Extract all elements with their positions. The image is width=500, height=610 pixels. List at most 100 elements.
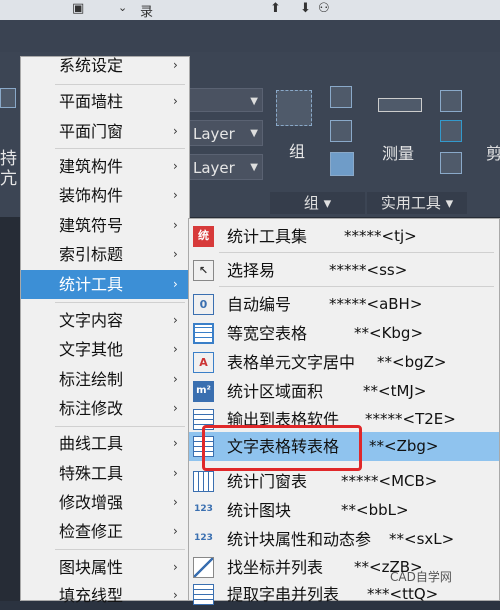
layer-label: Layer xyxy=(193,159,235,177)
submenu-item-label: 统计门窗表 xyxy=(227,472,308,491)
chevron-right-icon: › xyxy=(173,436,178,450)
user-icon[interactable]: ⚇ xyxy=(318,1,330,16)
menu-item-statistics[interactable]: 统计工具 › xyxy=(21,270,189,299)
submenu-item-label: 选择易 xyxy=(227,261,276,280)
menu-item-plan-wall[interactable]: 平面墙柱 › xyxy=(21,87,189,116)
ruler-icon[interactable] xyxy=(378,98,422,112)
submenu-item-label: 统计工具集 xyxy=(227,227,308,246)
statistics-submenu: 统 统计工具集 *****<tj> ↖ 选择易 *****<ss> 0 自动编号… xyxy=(188,218,500,605)
submenu-item-shortcut: **<Zbg> xyxy=(369,437,439,455)
block-count-icon: 123 xyxy=(194,504,213,514)
submenu-item-stat-toolset[interactable]: 统 统计工具集 *****<tj> xyxy=(189,222,499,251)
submenu-item-block-attr-stat[interactable]: 123 统计块属性和动态参 **<sxL> xyxy=(189,525,499,554)
chevron-right-icon: › xyxy=(173,218,178,232)
menu-separator xyxy=(219,286,494,287)
app-icon: ▣ xyxy=(72,1,85,16)
menu-item-text-content[interactable]: 文字内容 › xyxy=(21,306,189,335)
submenu-item-block-stat[interactable]: 123 统计图块 **<bbL> xyxy=(189,496,499,525)
menu-item-index-title[interactable]: 索引标题 › xyxy=(21,240,189,269)
menu-separator xyxy=(55,302,185,303)
submenu-item-quick-select[interactable]: ↖ 选择易 *****<ss> xyxy=(189,256,499,285)
group-select-icon[interactable] xyxy=(330,152,354,176)
chevron-right-icon: › xyxy=(173,588,178,602)
menu-item-label: 标注绘制 xyxy=(59,370,124,389)
layer-dropdown-1[interactable]: Layer ▼ xyxy=(188,120,263,146)
coordinate-icon xyxy=(193,557,214,578)
group-button-label[interactable]: 组 xyxy=(289,138,305,162)
layer-dropdown-2[interactable]: Layer ▼ xyxy=(188,154,263,180)
menu-item-dimension-draw[interactable]: 标注绘制 › xyxy=(21,365,189,394)
title-bar: ▣ 录 ⌄ ⬆ ⬇ ⚇ xyxy=(0,0,500,20)
menu-item-check-fix[interactable]: 检查修正 › xyxy=(21,517,189,546)
door-window-icon xyxy=(193,471,214,492)
select-icon[interactable] xyxy=(440,120,462,142)
chevron-right-icon: › xyxy=(173,188,178,202)
menu-item-system-settings[interactable]: 系统设定 › xyxy=(21,51,189,80)
submenu-item-table-center-text[interactable]: A 表格单元文字居中 **<bgZ> xyxy=(189,348,499,377)
menu-item-fill-linetype[interactable]: 填充线型 › xyxy=(21,581,189,610)
menu-item-label: 曲线工具 xyxy=(59,434,124,453)
menu-item-label: 特殊工具 xyxy=(59,464,124,483)
panel-utils-title[interactable]: 实用工具 ▾ xyxy=(367,192,467,214)
chevron-right-icon: › xyxy=(173,94,178,108)
layer-dropdown-0[interactable]: ▼ xyxy=(188,88,263,112)
menu-item-label: 图块属性 xyxy=(59,558,124,577)
chevron-down-icon[interactable]: ⌄ xyxy=(118,1,127,14)
cut-label[interactable]: 剪 xyxy=(486,140,500,164)
tool-icon[interactable] xyxy=(0,88,16,108)
menu-item-label: 索引标题 xyxy=(59,245,124,264)
menu-item-decoration[interactable]: 装饰构件 › xyxy=(21,181,189,210)
menu-separator xyxy=(55,84,185,85)
submenu-item-auto-number[interactable]: 0 自动编号 *****<aBH> xyxy=(189,290,499,319)
submenu-item-extract-strings[interactable]: 提取字串并列表 ***<ttQ> xyxy=(189,580,499,609)
chevron-down-icon: ▼ xyxy=(250,96,258,107)
chevron-right-icon: › xyxy=(173,313,178,327)
highlight-box xyxy=(202,425,362,471)
submenu-item-shortcut: **<bbL> xyxy=(341,501,409,519)
up-arrow-icon[interactable]: ⬆ xyxy=(270,1,281,16)
menu-item-building-component[interactable]: 建筑构件 › xyxy=(21,152,189,181)
panel-group-title[interactable]: 组 ▾ xyxy=(270,192,365,214)
menu-item-label: 文字其他 xyxy=(59,340,124,359)
submenu-item-coordinate-list[interactable]: 找坐标并列表 **<zZB> xyxy=(189,553,499,582)
submenu-item-area-stat[interactable]: m² 统计区域面积 **<tMJ> xyxy=(189,377,499,406)
submenu-item-shortcut: *****<T2E> xyxy=(365,410,456,428)
submenu-item-equal-table[interactable]: 等宽空表格 **<Kbg> xyxy=(189,319,499,348)
submenu-item-shortcut: *****<tj> xyxy=(344,227,417,245)
menu-item-building-symbol[interactable]: 建筑符号 › xyxy=(21,211,189,240)
title-fragment: 录 xyxy=(140,5,154,20)
chevron-right-icon: › xyxy=(173,495,178,509)
group-icon[interactable] xyxy=(276,90,312,126)
chevron-right-icon: › xyxy=(173,466,178,480)
chevron-right-icon: › xyxy=(173,247,178,261)
menu-item-special-tools[interactable]: 特殊工具 › xyxy=(21,459,189,488)
menu-item-block-attributes[interactable]: 图块属性 › xyxy=(21,553,189,582)
submenu-item-label: 统计块属性和动态参 xyxy=(227,530,372,549)
area-icon: m² xyxy=(193,381,214,402)
menu-separator xyxy=(219,252,494,253)
group-edit-icon[interactable] xyxy=(330,120,352,142)
chevron-down-icon: ▼ xyxy=(250,128,258,139)
menu-item-plan-door[interactable]: 平面门窗 › xyxy=(21,117,189,146)
menu-item-dimension-modify[interactable]: 标注修改 › xyxy=(21,394,189,423)
menu-item-curve-tools[interactable]: 曲线工具 › xyxy=(21,429,189,458)
down-arrow-icon[interactable]: ⬇ xyxy=(300,1,311,16)
extract-icon xyxy=(193,584,214,605)
layer-label: Layer xyxy=(193,125,235,143)
submenu-item-label: 自动编号 xyxy=(227,295,292,314)
submenu-item-door-window-stat[interactable]: 统计门窗表 *****<MCB> xyxy=(189,467,499,496)
menu-item-label: 统计工具 xyxy=(59,275,124,294)
submenu-item-shortcut: *****<aBH> xyxy=(329,295,423,313)
submenu-item-label: 等宽空表格 xyxy=(227,324,308,343)
text-center-icon: A xyxy=(193,352,214,373)
calculator-icon[interactable] xyxy=(440,152,462,174)
menu-item-modify-enhance[interactable]: 修改增强 › xyxy=(21,488,189,517)
menu-item-text-other[interactable]: 文字其他 › xyxy=(21,335,189,364)
ungroup-icon[interactable] xyxy=(330,86,352,108)
list-icon[interactable] xyxy=(440,90,462,112)
submenu-item-shortcut: **<tMJ> xyxy=(363,382,427,400)
menu-item-label: 建筑构件 xyxy=(59,157,124,176)
measure-label[interactable]: 测量 xyxy=(382,140,414,164)
menu-item-label: 检查修正 xyxy=(59,522,124,541)
menu-item-label: 装饰构件 xyxy=(59,186,124,205)
